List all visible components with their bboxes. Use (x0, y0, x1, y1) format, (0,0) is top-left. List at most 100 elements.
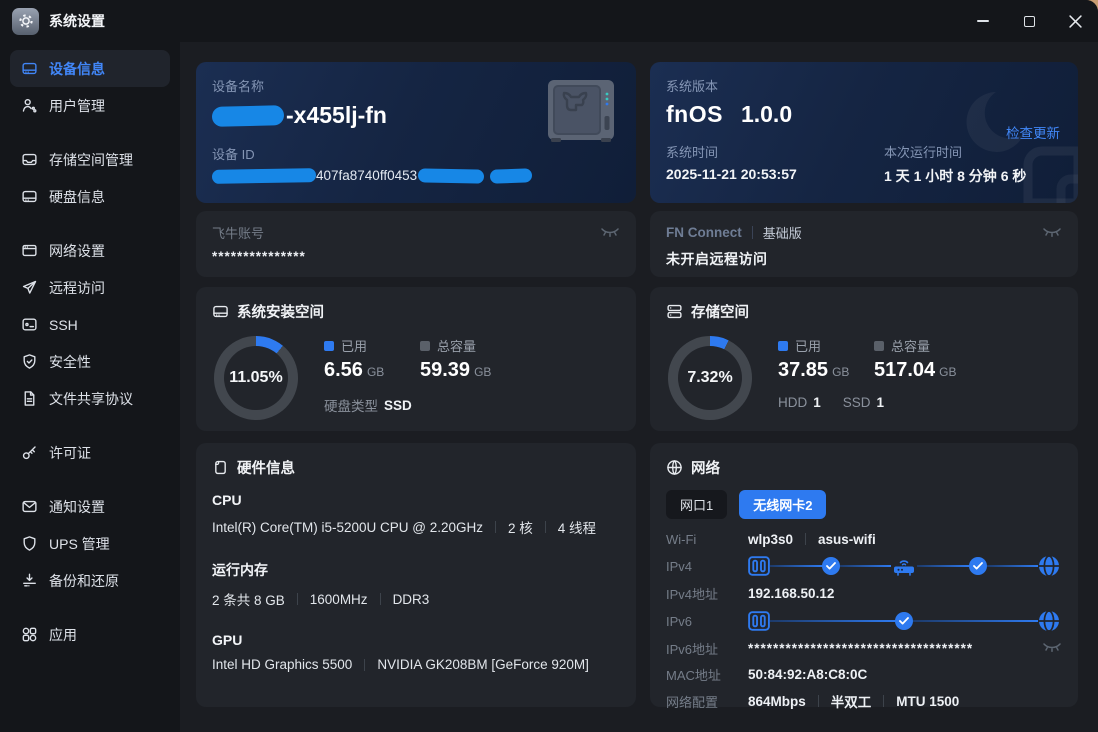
check-icon (821, 557, 840, 575)
toggle-visibility-button[interactable] (600, 227, 620, 245)
internet-globe-icon (1039, 555, 1059, 577)
storage-space-card: 存储空间 7.32% 已用 37.85 GB 总容量 517.04 GB HDD… (650, 287, 1078, 431)
os-name: fnOS (666, 101, 723, 127)
legend-swatch-total (420, 340, 430, 351)
toggle-visibility-button[interactable] (1042, 642, 1062, 655)
check-update-link[interactable]: 检查更新 (1006, 122, 1060, 142)
gear-icon (18, 14, 33, 28)
connection-line (770, 565, 823, 567)
card-header: 网络 (666, 457, 1062, 478)
sidebar-item-label: 硬盘信息 (49, 188, 105, 205)
connection-line (770, 620, 896, 622)
close-icon (1068, 14, 1082, 28)
ram-line: 2 条共 8 GB 1600MHz DDR3 (212, 591, 430, 609)
sidebar-item-ssh[interactable]: SSH (10, 306, 170, 343)
feiniu-account-label: 飞牛账号 (212, 226, 265, 241)
minimize-button[interactable] (960, 0, 1006, 42)
sidebar-item-label: 文件共享协议 (49, 390, 133, 407)
sidebar-item-notifications[interactable]: 通知设置 (10, 488, 170, 525)
sidebar-item-security[interactable]: 安全性 (10, 343, 170, 380)
fn-connect-header: FN Connect 基础版 (666, 223, 1062, 242)
disk-type-row: 硬盘类型 SSD (324, 397, 412, 415)
sidebar-item-apps[interactable]: 应用 (10, 616, 170, 653)
system-space-donut-chart: 11.05% (214, 336, 298, 420)
check-icon (968, 557, 987, 575)
check-icon (895, 612, 913, 630)
disk-count-row: HDD 1 SSD 1 (778, 395, 885, 410)
fn-connect-label: FN Connect (666, 225, 742, 240)
total-value: 517.04 GB (874, 359, 957, 381)
sidebar-item-remote-access[interactable]: 远程访问 (10, 269, 170, 306)
connection-line (838, 565, 891, 567)
sidebar-item-label: 远程访问 (49, 279, 105, 296)
uptime-value: 1 天 1 小时 8 分钟 6 秒 (884, 168, 1027, 184)
globe-icon (667, 460, 682, 475)
sidebar-item-label: SSH (49, 316, 78, 333)
close-button[interactable] (1052, 0, 1098, 42)
system-time-value: 2025-11-21 20:53:57 (666, 166, 797, 182)
window-title: 系统设置 (49, 13, 105, 29)
internet-globe-icon (1039, 610, 1059, 632)
nas-icon (748, 556, 770, 576)
connection-line (912, 620, 1038, 622)
fn-connect-card: FN Connect 基础版 未开启远程访问 (650, 211, 1078, 277)
apps-icon (22, 627, 37, 642)
sidebar-item-ups-management[interactable]: UPS 管理 (10, 525, 170, 562)
security-icon (23, 354, 36, 369)
main-content: 设备名称 -x455lj-fn 设备 ID 407fa8740ff0453 飞牛… (180, 42, 1098, 732)
redaction-scribble (211, 104, 285, 127)
hardware-info-card: 硬件信息 CPU Intel(R) Core(TM) i5-5200U CPU … (196, 443, 636, 707)
nas-icon (748, 611, 770, 631)
redaction-scribble (417, 167, 485, 184)
eye-closed-icon (601, 228, 619, 237)
maximize-button[interactable] (1006, 0, 1052, 42)
sidebar-item-storage-management[interactable]: 存储空间管理 (10, 141, 170, 178)
network-config-row: 网络配置 864Mbps 半双工 MTU 1500 (666, 693, 960, 711)
ram-section-label: 运行内存 (212, 562, 268, 578)
hardware-icon (215, 460, 226, 475)
ipv4-topology-diagram (748, 555, 1060, 577)
card-header: 系统安装空间 (212, 301, 620, 322)
card-title: 硬件信息 (237, 461, 295, 477)
tab-ethernet-1[interactable]: 网口1 (666, 490, 728, 519)
app-window: 系统设置 设备信息 用户管理 存储空间管理 硬盘信息 网络设置 远程访问 SSH… (0, 0, 1098, 732)
maximize-icon (1023, 15, 1035, 27)
used-value: 37.85 GB (778, 359, 850, 381)
storage-donut-chart: 7.32% (668, 336, 752, 420)
ipv6-topology-row: IPv6 (666, 610, 1062, 632)
toggle-visibility-button[interactable] (1042, 227, 1062, 245)
version-row: fnOS 1.0.0 (666, 101, 1062, 128)
sidebar-item-label: 用户管理 (49, 97, 105, 114)
cpu-line: Intel(R) Core(TM) i5-5200U CPU @ 2.20GHz… (212, 519, 597, 537)
ipv6-address-row: IPv6地址 *********************************… (666, 639, 1062, 658)
card-header: 硬件信息 (212, 457, 620, 478)
sidebar-item-device-info[interactable]: 设备信息 (10, 50, 170, 87)
connection-line (985, 565, 1038, 567)
network-settings-icon (22, 244, 37, 257)
stacked-drives-icon (667, 304, 682, 319)
card-header: 存储空间 (666, 301, 1062, 322)
sidebar-item-disk-info[interactable]: 硬盘信息 (10, 178, 170, 215)
used-value: 6.56 GB (324, 359, 385, 381)
redaction-scribble (489, 167, 533, 184)
donut-percent: 7.32% (687, 369, 733, 386)
minimize-icon (977, 20, 989, 22)
card-title: 系统安装空间 (237, 305, 324, 321)
fn-connect-plan-badge: 基础版 (762, 226, 802, 241)
sidebar-item-backup-restore[interactable]: 备份和还原 (10, 562, 170, 599)
device-card: 设备名称 -x455lj-fn 设备 ID 407fa8740ff0453 (196, 62, 636, 203)
sidebar-item-license[interactable]: 许可证 (10, 434, 170, 471)
system-install-space-card: 系统安装空间 11.05% 已用 6.56 GB 总容量 59.39 GB 硬盘… (196, 287, 636, 431)
sidebar-item-network-settings[interactable]: 网络设置 (10, 232, 170, 269)
sidebar-item-file-sharing[interactable]: 文件共享协议 (10, 380, 170, 417)
ipv4-topology-row: IPv4 (666, 555, 1062, 577)
network-interface-tabs: 网口1 无线网卡2 (666, 490, 1062, 519)
sidebar-item-label: 设备信息 (49, 60, 105, 77)
app-icon (12, 7, 39, 35)
card-title: 存储空间 (691, 305, 749, 321)
tab-wireless-2[interactable]: 无线网卡2 (739, 490, 827, 519)
system-time-label: 系统时间 (666, 145, 719, 160)
sidebar-item-user-management[interactable]: 用户管理 (10, 87, 170, 124)
wifi-row: Wi-Fi wlp3s0 asus-wifi (666, 531, 876, 547)
card-title: 网络 (691, 461, 720, 477)
